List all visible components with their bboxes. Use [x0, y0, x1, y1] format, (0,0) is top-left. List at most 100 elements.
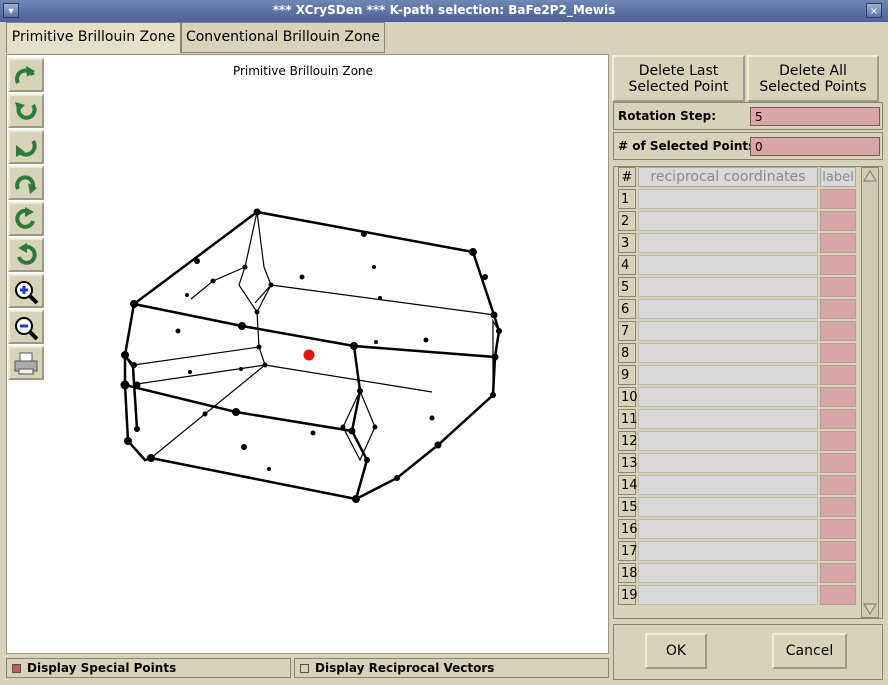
display-reciprocal-vectors-toggle[interactable]: Display Reciprocal Vectors: [294, 658, 609, 678]
column-header-label: label: [820, 167, 856, 187]
coordinate-cell[interactable]: [638, 541, 818, 561]
rotation-step-input[interactable]: 5: [750, 107, 880, 126]
row-number: 7: [618, 321, 636, 341]
scrollbar-arrows: [863, 170, 877, 615]
coordinate-cell[interactable]: [638, 211, 818, 231]
rotation-step-row: Rotation Step: 5: [613, 102, 883, 130]
label-cell[interactable]: [820, 299, 856, 319]
rotate-right-button[interactable]: [8, 94, 44, 128]
label-cell[interactable]: [820, 453, 856, 473]
coordinate-cell[interactable]: [638, 365, 818, 385]
coordinate-cell[interactable]: [638, 189, 818, 209]
scroll-up-arrow[interactable]: [863, 170, 877, 182]
label-cell[interactable]: [820, 189, 856, 209]
rotation-step-label: Rotation Step:: [618, 109, 717, 123]
tab-conventional-bz[interactable]: Conventional Brillouin Zone: [181, 22, 385, 53]
label-cell[interactable]: [820, 387, 856, 407]
rotate-up-button[interactable]: [8, 58, 44, 92]
label-cell[interactable]: [820, 343, 856, 363]
label-cell[interactable]: [820, 409, 856, 429]
selected-points-count: 0: [750, 137, 880, 156]
rotate-ccw-button[interactable]: [8, 238, 44, 272]
label-cell[interactable]: [820, 585, 856, 605]
coordinate-cell[interactable]: [638, 431, 818, 451]
rotate-left-button[interactable]: [8, 166, 44, 200]
rotate-left-icon: [15, 175, 37, 194]
row-number: 17: [618, 541, 638, 561]
window-title: *** XCrySDen *** K-path selection: BaFe2…: [272, 3, 616, 17]
tab-primitive-bz[interactable]: Primitive Brillouin Zone: [6, 22, 181, 53]
display-special-points-toggle[interactable]: Display Special Points: [6, 658, 291, 678]
row-number: 4: [618, 255, 636, 275]
brillouin-zone-canvas[interactable]: [6, 54, 609, 654]
display-special-points-checkbox[interactable]: [12, 664, 21, 673]
label-cell[interactable]: [820, 541, 856, 561]
row-number: 5: [618, 277, 636, 297]
label-cell[interactable]: [820, 563, 856, 583]
ok-button[interactable]: OK: [645, 633, 707, 669]
row-number: 18: [618, 563, 638, 583]
coordinate-cell[interactable]: [638, 563, 818, 583]
row-number: 16: [618, 519, 638, 539]
delete-all-points-button[interactable]: Delete All Selected Points: [747, 55, 879, 102]
rotate-cw-icon: [15, 207, 35, 229]
coordinate-cell[interactable]: [638, 409, 818, 429]
label-cell[interactable]: [820, 497, 856, 517]
window-close-button[interactable]: ×: [866, 3, 882, 18]
row-number: 10: [618, 387, 638, 407]
label-cell[interactable]: [820, 211, 856, 231]
label-cell[interactable]: [820, 233, 856, 253]
label-cell[interactable]: [820, 431, 856, 451]
column-header-coordinates: reciprocal coordinates: [638, 167, 818, 187]
table-scrollbar[interactable]: [861, 167, 879, 618]
zoom-in-button[interactable]: [8, 274, 44, 308]
coordinate-cell[interactable]: [638, 519, 818, 539]
display-special-points-label: Display Special Points: [27, 661, 177, 675]
selected-points-label: # of Selected Points:: [618, 139, 761, 153]
delete-last-point-button[interactable]: Delete Last Selected Point: [612, 55, 745, 102]
row-number: 19: [618, 585, 638, 605]
rotate-down-button[interactable]: [8, 130, 44, 164]
canvas-title: Primitive Brillouin Zone: [232, 64, 374, 78]
label-cell[interactable]: [820, 321, 856, 341]
kpath-table: # reciprocal coordinates label 123456789…: [613, 166, 883, 619]
coordinate-cell[interactable]: [638, 299, 818, 319]
rotate-up-icon: [15, 66, 35, 84]
rotate-right-icon: [15, 102, 37, 120]
rotate-cw-button[interactable]: [8, 202, 44, 236]
print-button[interactable]: [8, 346, 44, 380]
print-icon: [14, 352, 38, 375]
row-number: 12: [618, 431, 638, 451]
zoom-out-button[interactable]: [8, 310, 44, 344]
selected-point-marker[interactable]: [303, 349, 315, 361]
label-cell[interactable]: [820, 519, 856, 539]
scroll-down-arrow[interactable]: [863, 603, 877, 615]
coordinate-cell[interactable]: [638, 233, 818, 253]
bz-drawing[interactable]: [7, 55, 608, 653]
zoom-out-icon: [15, 317, 39, 341]
row-number: 2: [618, 211, 636, 231]
coordinate-cell[interactable]: [638, 585, 818, 605]
display-reciprocal-vectors-label: Display Reciprocal Vectors: [315, 661, 495, 675]
selection-panel: Delete Last Selected Point Delete All Se…: [610, 55, 886, 685]
label-cell[interactable]: [820, 365, 856, 385]
selected-points-row: # of Selected Points: 0: [613, 132, 883, 160]
coordinate-cell[interactable]: [638, 497, 818, 517]
row-number: 8: [618, 343, 636, 363]
coordinate-cell[interactable]: [638, 387, 818, 407]
row-number: 6: [618, 299, 636, 319]
cancel-button[interactable]: Cancel: [772, 633, 847, 669]
row-number: 3: [618, 233, 636, 253]
coordinate-cell[interactable]: [638, 343, 818, 363]
coordinate-cell[interactable]: [638, 255, 818, 275]
display-reciprocal-vectors-checkbox[interactable]: [300, 664, 309, 673]
label-cell[interactable]: [820, 475, 856, 495]
coordinate-cell[interactable]: [638, 277, 818, 297]
coordinate-cell[interactable]: [638, 475, 818, 495]
column-header-number: #: [618, 167, 636, 187]
coordinate-cell[interactable]: [638, 453, 818, 473]
label-cell[interactable]: [820, 255, 856, 275]
coordinate-cell[interactable]: [638, 321, 818, 341]
label-cell[interactable]: [820, 277, 856, 297]
row-number: 11: [618, 409, 638, 429]
